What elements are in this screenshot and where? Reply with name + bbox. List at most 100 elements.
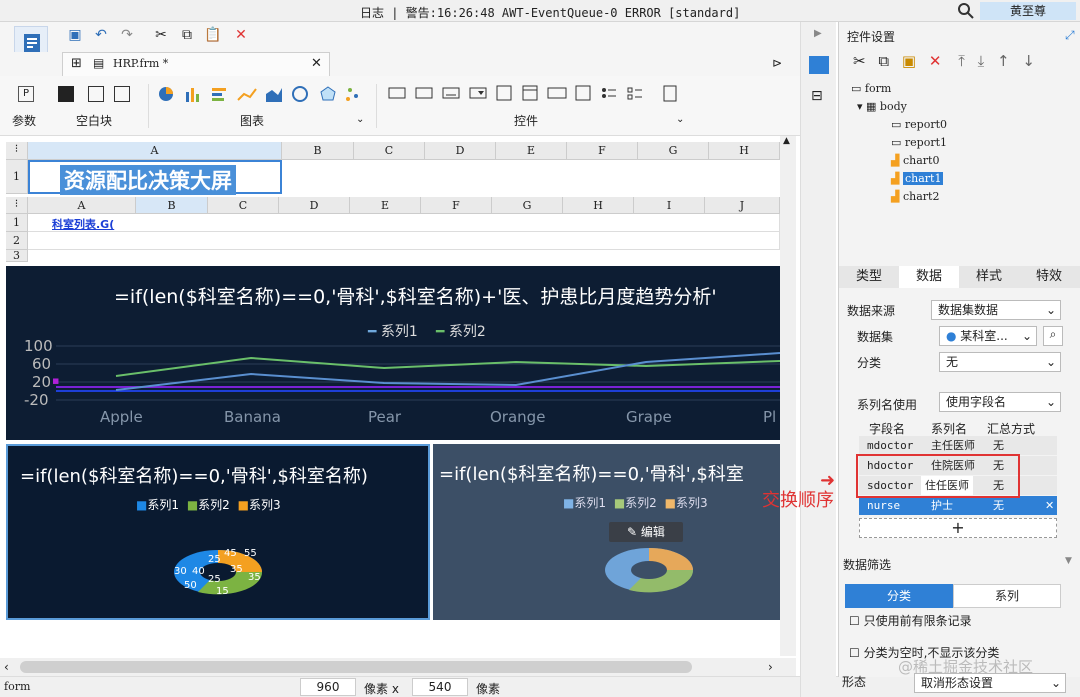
collapse-icon[interactable]: ▼: [1065, 556, 1072, 566]
tab-effect[interactable]: 特效: [1019, 266, 1079, 288]
tree-item-body[interactable]: ▾ ▦ body: [857, 100, 907, 113]
cell-a1[interactable]: 科室列表.G(: [52, 216, 114, 232]
tree-item-chart2[interactable]: ▟ chart2: [891, 190, 939, 203]
move-up-icon[interactable]: ↑: [997, 52, 1010, 70]
chart0-line-chart[interactable]: =if(len($科室名称)==0,'骨科',$科室名称)+'医、护患比月度趋势…: [6, 266, 780, 440]
pin-icon[interactable]: ⊳: [772, 56, 782, 70]
user-name[interactable]: 黄至尊: [980, 2, 1076, 20]
redo-icon[interactable]: ↷: [118, 26, 136, 44]
copy-icon[interactable]: ⧉: [878, 52, 889, 70]
dataset-search-icon[interactable]: ⌕: [1043, 326, 1063, 346]
tree-item-report1[interactable]: ▭ report1: [891, 136, 947, 149]
cut-icon[interactable]: ✂: [152, 26, 170, 44]
filter-tab-series[interactable]: 系列: [953, 584, 1061, 608]
report0-sheet[interactable]: ⁝ A B C D E F G H 1 资源配比决策大屏: [6, 142, 780, 196]
col-header[interactable]: E: [350, 197, 421, 214]
report1-sheet[interactable]: ⁝ A B C D E F G H I J 1 2 3 科室列表.G(: [6, 197, 780, 262]
param-icon[interactable]: P: [18, 86, 34, 102]
donut-label: 15: [216, 586, 229, 597]
tab-block-icon[interactable]: [88, 86, 104, 102]
widget-toolbar: P 参数 空白块 图表 ⌄ 控件 ⌄: [0, 76, 800, 136]
row-header[interactable]: 3: [6, 250, 28, 262]
save-icon[interactable]: ▣: [66, 26, 84, 44]
donut-label: 40: [192, 566, 205, 577]
col-header[interactable]: B: [136, 197, 208, 214]
grid-icon: ⊞: [71, 56, 82, 71]
filter-tab-category[interactable]: 分类: [845, 584, 953, 608]
vertical-scrollbar[interactable]: ▲: [780, 136, 796, 656]
tab-data[interactable]: 数据: [899, 266, 959, 288]
tree-item-report0[interactable]: ▭ report0: [891, 118, 947, 131]
col-header[interactable]: B: [282, 142, 354, 160]
corner-cell[interactable]: ⁝: [6, 142, 28, 160]
col-header[interactable]: D: [279, 197, 350, 214]
layout-icon[interactable]: ⊟: [811, 88, 823, 104]
delete-icon[interactable]: ✕: [929, 52, 942, 70]
data-source-select[interactable]: 数据集数据 ⌄: [931, 300, 1061, 320]
title-cell[interactable]: 资源配比决策大屏: [28, 160, 282, 195]
x-tick: Pl: [763, 408, 777, 426]
highlight-box: [856, 454, 1020, 498]
move-down-icon[interactable]: ↓: [1022, 52, 1035, 70]
add-field-button[interactable]: +: [859, 518, 1057, 538]
horizontal-scrollbar[interactable]: ‹ ›: [0, 658, 796, 676]
corner-cell[interactable]: ⁝: [6, 197, 28, 214]
chart2-donut-chart[interactable]: =if(len($科室名称)==0,'骨科',$科室 ■系列1 ■系列2 ■系列…: [433, 444, 780, 620]
col-header[interactable]: E: [496, 142, 567, 160]
col-header[interactable]: A: [28, 142, 282, 160]
control-more-chevron-icon[interactable]: ⌄: [676, 114, 684, 125]
tree-item-chart0[interactable]: ▟ chart0: [891, 154, 939, 167]
col-header[interactable]: F: [567, 142, 638, 160]
log-status[interactable]: 日志 | 警告:16:26:48 AWT-EventQueue-0 ERROR …: [360, 4, 740, 21]
row-header[interactable]: 2: [6, 232, 28, 250]
col-header[interactable]: G: [638, 142, 709, 160]
delete-icon[interactable]: ✕: [232, 26, 250, 44]
width-input[interactable]: 960: [300, 678, 356, 696]
move-bottom-icon[interactable]: ⤓: [978, 52, 985, 70]
col-header[interactable]: H: [709, 142, 780, 160]
row-header[interactable]: 1: [6, 214, 28, 232]
widget-settings-icon[interactable]: [809, 56, 829, 74]
expand-icon[interactable]: ⤢: [1065, 28, 1075, 43]
dataset-select[interactable]: ● 某科室... ⌄: [939, 326, 1037, 346]
blank-block-icon[interactable]: [58, 86, 74, 102]
tab-style[interactable]: 样式: [959, 266, 1019, 288]
field-row[interactable]: mdoctor 主任医师 无: [859, 436, 1057, 455]
col-header[interactable]: A: [28, 197, 136, 214]
scroll-thumb[interactable]: [20, 661, 692, 673]
paste-icon[interactable]: ▣: [902, 52, 916, 70]
col-header[interactable]: I: [634, 197, 705, 214]
scroll-left-icon[interactable]: ‹: [4, 660, 9, 674]
row-header[interactable]: 1: [6, 160, 28, 194]
height-input[interactable]: 540: [412, 678, 468, 696]
series-name-select[interactable]: 使用字段名 ⌄: [939, 392, 1061, 412]
limit-records-checkbox[interactable]: ☐ 只使用前有限条记录: [849, 612, 972, 629]
chart1-donut-chart[interactable]: =if(len($科室名称)==0,'骨科',$科室名称) ■系列1 ■系列2 …: [6, 444, 430, 620]
tree-item-form[interactable]: ▭ form: [851, 82, 891, 95]
scroll-right-icon[interactable]: ›: [768, 660, 773, 674]
cut-icon[interactable]: ✂: [853, 52, 866, 70]
absolute-block-icon[interactable]: [114, 86, 130, 102]
paste-icon[interactable]: 📋: [204, 26, 222, 44]
col-header[interactable]: C: [354, 142, 425, 160]
col-header[interactable]: F: [421, 197, 492, 214]
field-row-selected[interactable]: nurse 护士 无 ✕: [859, 496, 1057, 515]
col-header[interactable]: C: [208, 197, 279, 214]
chart-more-chevron-icon[interactable]: ⌄: [356, 114, 364, 125]
col-header[interactable]: D: [425, 142, 496, 160]
col-header[interactable]: J: [705, 197, 780, 214]
tree-item-chart1[interactable]: ▟ chart1: [891, 172, 944, 185]
scroll-up-icon[interactable]: ▲: [783, 136, 790, 146]
collapse-arrow-icon[interactable]: ▶: [814, 28, 822, 39]
file-tab[interactable]: ⊞ ▤ HRP.frm * ✕: [62, 52, 330, 76]
copy-icon[interactable]: ⧉: [178, 26, 196, 44]
move-top-icon[interactable]: ⤒: [958, 52, 965, 70]
col-header[interactable]: H: [563, 197, 634, 214]
search-icon[interactable]: [956, 1, 976, 21]
close-tab-icon[interactable]: ✕: [311, 56, 322, 71]
edit-button[interactable]: ✎ 编辑: [609, 522, 683, 542]
tab-type[interactable]: 类型: [839, 266, 899, 288]
undo-icon[interactable]: ↶: [92, 26, 110, 44]
category-select[interactable]: 无 ⌄: [939, 352, 1061, 372]
col-header[interactable]: G: [492, 197, 563, 214]
